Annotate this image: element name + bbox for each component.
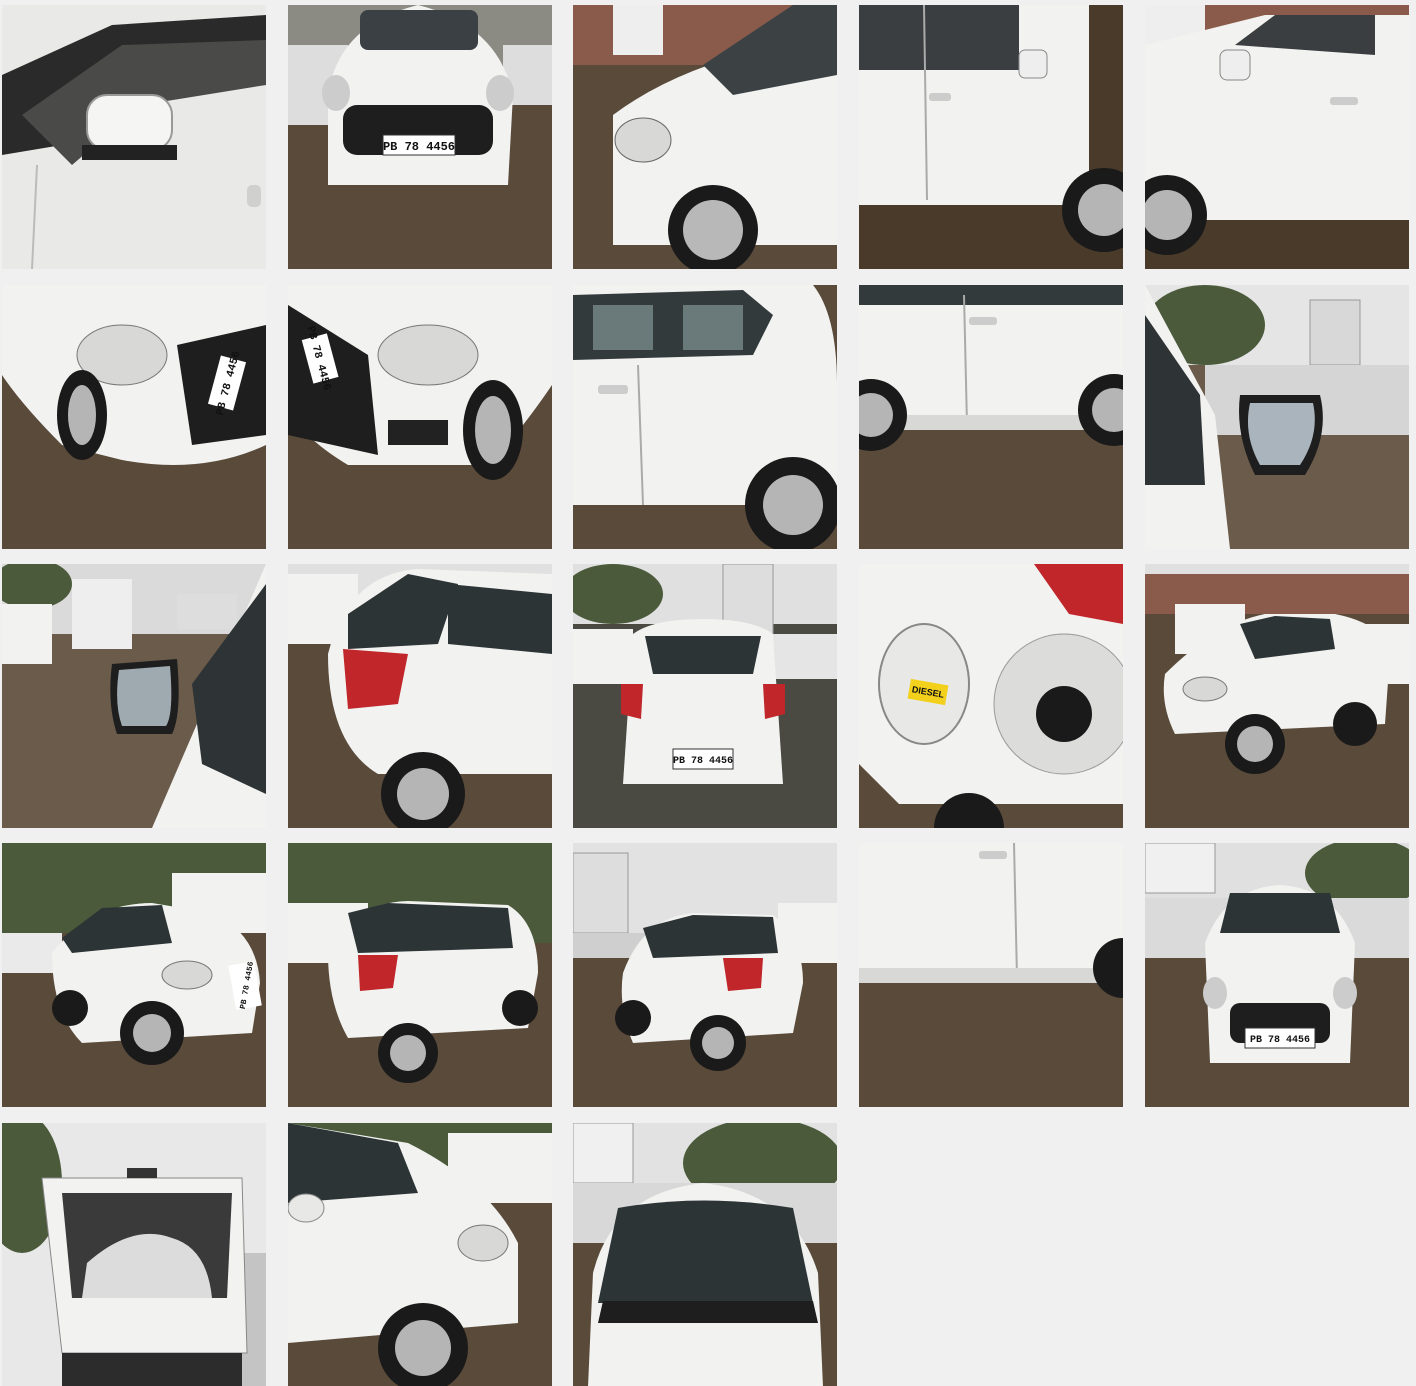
car-photo: PB 78 4456 <box>288 5 552 269</box>
car-photo: DIESEL <box>859 564 1123 828</box>
car-photo: PB 78 4456 <box>1145 843 1409 1107</box>
photo-gallery: PB 78 4456 PB 78 4456 PB 78 4456 PB 78 4… <box>0 0 1416 1386</box>
car-photo <box>859 843 1123 1107</box>
license-plate-text: PB 78 4456 <box>673 756 733 767</box>
car-photo <box>573 843 837 1107</box>
car-photo <box>288 1123 552 1386</box>
photo-thumbnail[interactable] <box>859 843 1123 1107</box>
car-photo: PB 78 4456 <box>2 843 266 1107</box>
car-photo <box>288 564 552 828</box>
photo-thumbnail[interactable]: DIESEL <box>859 564 1123 828</box>
photo-thumbnail[interactable] <box>2 564 266 828</box>
photo-thumbnail[interactable] <box>573 5 837 269</box>
photo-thumbnail[interactable] <box>859 285 1123 549</box>
photo-thumbnail[interactable] <box>573 843 837 1107</box>
car-photo <box>1145 564 1409 828</box>
car-photo: PB 78 4456 <box>573 564 837 828</box>
photo-thumbnail[interactable] <box>573 1123 837 1386</box>
photo-thumbnail[interactable] <box>859 5 1123 269</box>
license-plate-text: PB 78 4456 <box>1250 1035 1310 1046</box>
photo-thumbnail[interactable] <box>2 5 266 269</box>
photo-thumbnail[interactable] <box>2 1123 266 1386</box>
photo-thumbnail[interactable]: PB 78 4456 <box>1145 843 1409 1107</box>
photo-thumbnail[interactable] <box>1145 564 1409 828</box>
photo-thumbnail[interactable]: PB 78 4456 <box>2 285 266 549</box>
car-photo <box>288 843 552 1107</box>
car-photo <box>1145 5 1409 269</box>
car-photo <box>573 1123 837 1386</box>
car-photo <box>859 285 1123 549</box>
car-photo <box>2 564 266 828</box>
car-photo <box>573 285 837 549</box>
photo-thumbnail[interactable] <box>288 1123 552 1386</box>
photo-thumbnail[interactable] <box>1145 5 1409 269</box>
photo-thumbnail[interactable]: PB 78 4456 <box>2 843 266 1107</box>
photo-thumbnail[interactable] <box>573 285 837 549</box>
photo-thumbnail[interactable] <box>288 564 552 828</box>
photo-thumbnail[interactable] <box>288 843 552 1107</box>
photo-thumbnail[interactable] <box>1145 285 1409 549</box>
photo-thumbnail[interactable]: PB 78 4456 <box>288 285 552 549</box>
car-photo <box>2 5 266 269</box>
car-photo <box>573 5 837 269</box>
car-photo: PB 78 4456 <box>2 285 266 549</box>
car-photo <box>2 1123 266 1386</box>
photo-thumbnail[interactable]: PB 78 4456 <box>288 5 552 269</box>
car-photo <box>859 5 1123 269</box>
license-plate-text: PB 78 4456 <box>383 140 455 154</box>
photo-thumbnail[interactable]: PB 78 4456 <box>573 564 837 828</box>
car-photo: PB 78 4456 <box>288 285 552 549</box>
car-photo <box>1145 285 1409 549</box>
